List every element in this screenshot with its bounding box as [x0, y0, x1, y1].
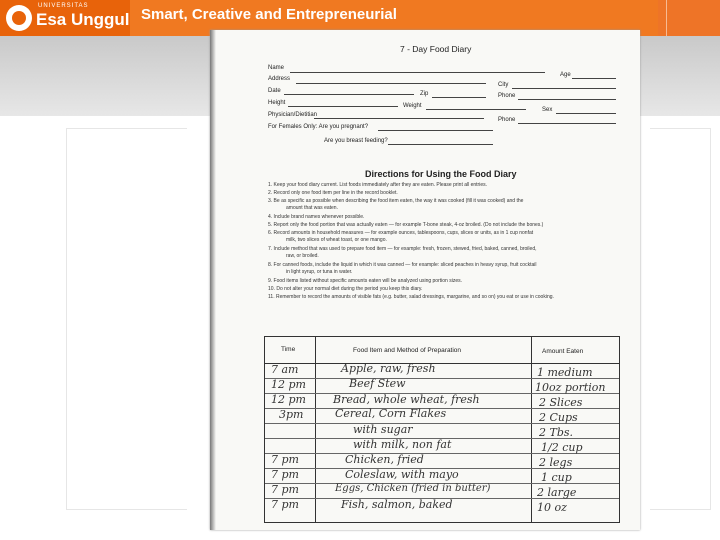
header-divider [265, 363, 619, 364]
direction-6: 6. Record amounts in household measures … [268, 230, 534, 236]
university-logo[interactable]: UNIVERSITAS Esa Unggul [0, 0, 130, 36]
direction-7: 7. Include method that was used to prepa… [268, 246, 537, 252]
direction-7-cont: raw, or broiled. [286, 253, 319, 259]
row-food: Cereal, Corn Flakes [335, 407, 447, 420]
height-line [288, 106, 398, 107]
row-amount: 1 cup [541, 471, 572, 484]
city-line [512, 88, 616, 89]
row-amount: 2 Slices [539, 396, 583, 409]
row-time: 7 pm [271, 453, 299, 466]
row-amount: 1/2 cup [541, 441, 583, 454]
physician-line [314, 118, 484, 119]
address-line [296, 83, 486, 84]
header-food: Food Item and Method of Preparation [353, 347, 462, 354]
logo-emblem-icon [6, 5, 32, 31]
physician-label: Physician/Dietitian [268, 112, 318, 118]
name-label: Name [268, 65, 285, 71]
weight-label: Weight [403, 103, 422, 109]
zip-label: Zip [420, 91, 429, 97]
slide-frame-left [66, 128, 187, 510]
header-decoration [658, 0, 720, 36]
header-time: Time [281, 346, 296, 353]
phone-line [518, 99, 616, 100]
row-amount: 2 legs [539, 456, 573, 469]
city-label: City [498, 82, 509, 88]
row-time: 12 pm [271, 378, 306, 391]
direction-3: 3. Be as specific as possible when descr… [268, 198, 524, 204]
sex-line [556, 113, 616, 114]
date-line [284, 94, 414, 95]
breastfeeding-line [388, 144, 493, 145]
row-food: Chicken, fried [345, 453, 424, 466]
zip-line [432, 97, 486, 98]
row-food: Fish, salmon, baked [341, 498, 453, 511]
food-diary-scan: 7 - Day Food Diary Name Age Address City… [210, 30, 640, 530]
food-diary-table: Time Food Item and Method of Preparation… [264, 336, 620, 523]
row-food: Bread, whole wheat, fresh [333, 393, 480, 406]
row-amount: 2 Cups [539, 411, 578, 424]
row-amount: 2 Tbs. [539, 426, 574, 439]
row-time: 7 pm [271, 498, 299, 511]
header-amount: Amount Eaten [542, 348, 584, 355]
row-time: 7 pm [271, 468, 299, 481]
age-line [572, 78, 616, 79]
direction-9: 9. Food items listed without specific am… [268, 278, 462, 284]
direction-10: 10. Do not alter your normal diet during… [268, 286, 423, 292]
phone2-label: Phone [498, 117, 516, 123]
row-food: with sugar [353, 423, 413, 436]
age-label: Age [560, 72, 571, 78]
name-line [290, 72, 545, 73]
direction-5: 5. Report only the food portion that was… [268, 222, 544, 228]
direction-11: 11. Remember to record the amounts of vi… [268, 294, 554, 300]
direction-6-cont: milk, two slices of wheat toast, or one … [286, 237, 387, 243]
sex-label: Sex [542, 107, 553, 113]
slide-frame-right [650, 128, 711, 510]
row-food: Beef Stew [349, 377, 406, 390]
logo-name: Esa Unggul [36, 10, 130, 29]
row-amount: 2 large [537, 486, 577, 499]
direction-8: 8. For canned foods, include the liquid … [268, 262, 537, 268]
row-food: Eggs, Chicken (fried in butter) [335, 483, 491, 494]
date-label: Date [268, 88, 281, 94]
row-time: 3pm [279, 408, 304, 421]
row-food: with milk, non fat [353, 438, 452, 451]
row-amount: 10oz portion [535, 381, 606, 394]
phone2-line [518, 123, 616, 124]
row-time: 7 am [271, 363, 299, 376]
pregnant-line [378, 130, 493, 131]
row-amount: 10 oz [537, 501, 567, 514]
scan-edge-shadow [210, 30, 216, 530]
direction-4: 4. Include brand names whenever possible… [268, 214, 365, 220]
direction-8-cont: in light syrup, or tuna in water. [286, 269, 353, 275]
direction-1: 1. Keep your food diary current. List fo… [268, 182, 488, 188]
column-divider [315, 337, 316, 522]
direction-3-cont: amount that was eaten. [286, 205, 338, 211]
column-divider [531, 337, 532, 522]
tagline: Smart, Creative and Entrepreneurial [141, 6, 397, 23]
address-label: Address [268, 76, 291, 82]
logo-superscript: UNIVERSITAS [38, 3, 89, 9]
row-time: 7 pm [271, 483, 299, 496]
row-food: Apple, raw, fresh [341, 362, 436, 375]
row-amount: 1 medium [537, 366, 593, 379]
height-label: Height [268, 100, 286, 106]
form-title: 7 - Day Food Diary [400, 44, 472, 54]
direction-2: 2. Record only one food item per line in… [268, 190, 398, 196]
directions-title: Directions for Using the Food Diary [365, 169, 517, 179]
row-time: 12 pm [271, 393, 306, 406]
row-food: Coleslaw, with mayo [345, 468, 459, 481]
breastfeeding-label: Are you breast feeding? [324, 138, 388, 144]
pregnant-label: For Females Only: Are you pregnant? [268, 124, 369, 130]
weight-line [426, 109, 526, 110]
phone-label: Phone [498, 93, 516, 99]
